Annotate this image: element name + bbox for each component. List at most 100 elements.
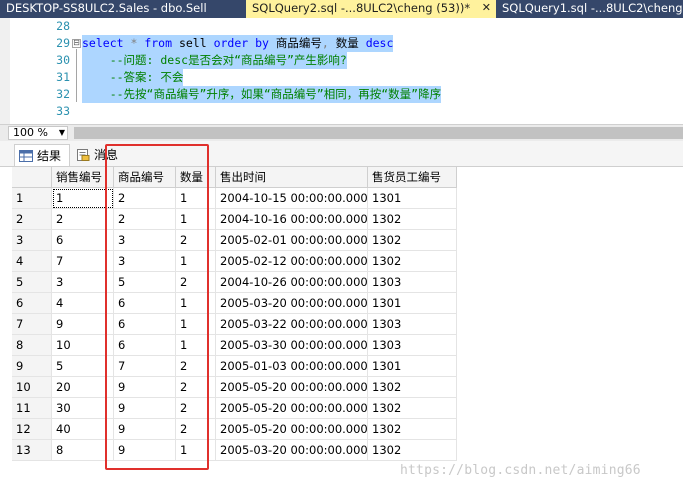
table-cell[interactable]: 1302 [368,419,457,440]
table-cell[interactable]: 2004-10-26 00:00:00.000 [216,272,368,293]
column-header-sold-time[interactable]: 售出时间 [216,167,368,188]
table-cell[interactable]: 6 [114,293,176,314]
column-header-product-id[interactable]: 商品编号 [114,167,176,188]
horizontal-scrollbar[interactable] [74,127,683,139]
table-cell[interactable]: 7 [114,356,176,377]
table-cell[interactable]: 2005-03-30 00:00:00.000 [216,335,368,356]
results-grid[interactable]: 销售编号 商品编号 数量 售出时间 售货员工编号 1 1 2 1 2004-10-15 00:0… [12,167,683,495]
table-cell[interactable]: 7 [52,251,114,272]
code-line[interactable]: --先按“商品编号”升序，如果“商品编号”相同，再按“数量”降序 [82,86,442,103]
table-cell[interactable]: 2 [114,188,176,209]
table-cell[interactable]: 1302 [368,398,457,419]
table-cell[interactable]: 30 [52,398,114,419]
table-row[interactable]: 2 2 2 1 2004-10-16 00:00:00.000 1302 [12,209,457,230]
table-row[interactable]: 3 6 3 2 2005-02-01 00:00:00.000 1302 [12,230,457,251]
table-cell[interactable]: 2004-10-15 00:00:00.000 [216,188,368,209]
table-cell[interactable]: 9 [52,314,114,335]
table-cell[interactable]: 1303 [368,335,457,356]
table-cell[interactable]: 1 [176,209,216,230]
table-cell[interactable]: 40 [52,419,114,440]
table-cell[interactable]: 1301 [368,188,457,209]
table-row[interactable]: 12 40 9 2 2005-05-20 00:00:00.000 1302 [12,419,457,440]
table-cell[interactable]: 1302 [368,209,457,230]
tab-sell-table[interactable]: DESKTOP-SS8ULC2.Sales - dbo.Sell [0,0,246,18]
table-cell[interactable]: 3 [114,251,176,272]
table-cell[interactable]: 1 [52,188,114,209]
code-line[interactable]: select * from sell order by 商品编号, 数量 des… [82,35,394,52]
table-cell[interactable]: 2005-03-20 00:00:00.000 [216,293,368,314]
table-row[interactable]: 6 4 6 1 2005-03-20 00:00:00.000 1301 [12,293,457,314]
code-line[interactable]: --答案: 不会 [82,69,184,86]
query-editor[interactable]: 28 29 ⊟ select * from sell order by 商品编号, 数… [0,18,683,124]
table-cell[interactable]: 1303 [368,272,457,293]
table-cell[interactable]: 2005-03-22 00:00:00.000 [216,314,368,335]
table-cell[interactable]: 1302 [368,440,457,461]
table-cell[interactable]: 1302 [368,377,457,398]
table-cell[interactable]: 1 [176,251,216,272]
table-cell[interactable]: 8 [52,440,114,461]
table-cell[interactable]: 2 [176,272,216,293]
table-cell[interactable]: 1 [176,314,216,335]
table-cell[interactable]: 2005-01-03 00:00:00.000 [216,356,368,377]
table-cell[interactable]: 6 [114,335,176,356]
table-cell[interactable]: 1302 [368,251,457,272]
table-cell[interactable]: 2005-05-20 00:00:00.000 [216,377,368,398]
table-cell[interactable]: 9 [114,440,176,461]
table-cell[interactable]: 9 [114,419,176,440]
table-cell[interactable]: 9 [114,398,176,419]
table-cell[interactable]: 2005-03-20 00:00:00.000 [216,440,368,461]
table-cell[interactable]: 2005-02-01 00:00:00.000 [216,230,368,251]
table-row[interactable]: 11 30 9 2 2005-05-20 00:00:00.000 1302 [12,398,457,419]
table-cell[interactable]: 2005-05-20 00:00:00.000 [216,419,368,440]
table-cell[interactable]: 2005-02-12 00:00:00.000 [216,251,368,272]
table-row[interactable]: 8 10 6 1 2005-03-30 00:00:00.000 1303 [12,335,457,356]
table-row[interactable]: 7 9 6 1 2005-03-22 00:00:00.000 1303 [12,314,457,335]
table-cell[interactable]: 10 [52,335,114,356]
table-cell[interactable]: 1301 [368,356,457,377]
table-cell[interactable]: 20 [52,377,114,398]
column-header-employee-id[interactable]: 售货员工编号 [368,167,457,188]
table-cell[interactable]: 6 [52,230,114,251]
table-row[interactable]: 13 8 9 1 2005-03-20 00:00:00.000 1302 [12,440,457,461]
table-cell[interactable]: 6 [114,314,176,335]
table-cell[interactable]: 1 [176,293,216,314]
tab-sqlquery1[interactable]: SQLQuery1.sql -...8ULC2\cheng [496,0,683,18]
tab-sqlquery2[interactable]: SQLQuery2.sql -...8ULC2\cheng (53))* ✕ [246,0,496,18]
table-cell[interactable]: 2 [52,209,114,230]
table-cell[interactable]: 2 [114,209,176,230]
table-cell[interactable]: 1302 [368,230,457,251]
table-cell[interactable]: 2 [176,419,216,440]
table-cell[interactable]: 1301 [368,293,457,314]
table-row[interactable]: 9 5 7 2 2005-01-03 00:00:00.000 1301 [12,356,457,377]
table-cell[interactable]: 3 [114,230,176,251]
zoom-dropdown[interactable]: 100 % ▼ [8,126,68,140]
table-cell[interactable]: 2005-05-20 00:00:00.000 [216,398,368,419]
table-cell[interactable]: 2 [176,398,216,419]
table-cell[interactable]: 2 [176,230,216,251]
tab-messages[interactable]: 消息 [72,144,126,166]
table-cell[interactable]: 1 [176,188,216,209]
table-row[interactable]: 10 20 9 2 2005-05-20 00:00:00.000 1302 [12,377,457,398]
table-cell[interactable]: 1303 [368,314,457,335]
code-line[interactable]: --问题: desc是否会对“商品编号”产生影响? [82,52,347,69]
close-icon[interactable]: ✕ [482,0,491,16]
table-row[interactable]: 5 3 5 2 2004-10-26 00:00:00.000 1303 [12,272,457,293]
tab-results[interactable]: 结果 [14,144,71,166]
table-cell[interactable]: 2004-10-16 00:00:00.000 [216,209,368,230]
table-cell[interactable]: 2 [176,377,216,398]
column-header-sale-id[interactable]: 销售编号 [52,167,114,188]
table-cell[interactable]: 5 [52,356,114,377]
table-cell[interactable]: 1 [176,440,216,461]
column-header-quantity[interactable]: 数量 [176,167,216,188]
table-cell[interactable]: 5 [114,272,176,293]
table-row[interactable]: 1 1 2 1 2004-10-15 00:00:00.000 1301 [12,188,457,209]
table-row[interactable]: 4 7 3 1 2005-02-12 00:00:00.000 1302 [12,251,457,272]
row-number: 2 [12,209,52,230]
table-cell[interactable]: 2 [176,356,216,377]
table-cell[interactable]: 4 [52,293,114,314]
table-cell[interactable]: 3 [52,272,114,293]
table-cell[interactable]: 9 [114,377,176,398]
collapse-icon[interactable]: ⊟ [72,39,81,48]
row-number-header[interactable] [12,167,52,188]
table-cell[interactable]: 1 [176,335,216,356]
